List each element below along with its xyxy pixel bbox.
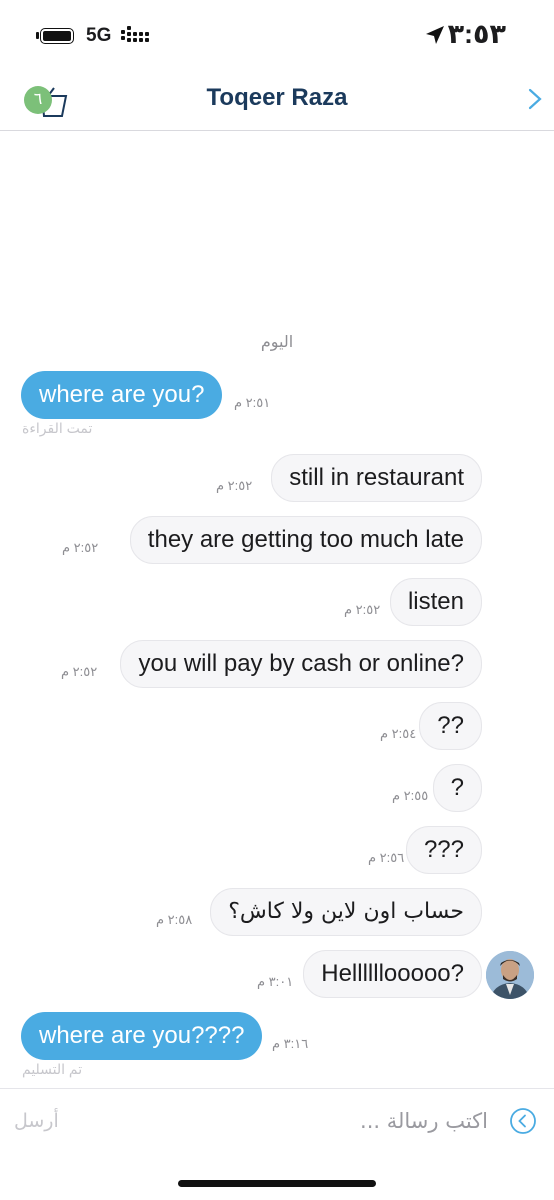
day-separator: اليوم bbox=[260, 334, 294, 351]
send-button[interactable]: أرسل bbox=[14, 1110, 59, 1133]
read-receipt: تمت القراءة bbox=[22, 420, 93, 436]
message-time: ٢:٥٤ م bbox=[380, 726, 417, 741]
chevron-right-icon[interactable] bbox=[526, 86, 544, 112]
status-time: ٣:٥٣ bbox=[447, 19, 506, 49]
message-bubble-incoming[interactable]: listen bbox=[389, 578, 482, 626]
chat-title: Toqeer Raza bbox=[206, 84, 348, 111]
avatar[interactable] bbox=[486, 951, 534, 999]
location-arrow-icon bbox=[426, 26, 444, 44]
battery-cap bbox=[36, 32, 39, 39]
signal-icon bbox=[121, 26, 151, 46]
message-time: ٣:٠١ م bbox=[257, 974, 294, 989]
chat-header: Toqeer Raza bbox=[0, 70, 554, 131]
message-bubble-incoming[interactable]: ?? bbox=[419, 702, 482, 750]
message-bubble-incoming[interactable]: حساب اون لاين ولا كاش؟ bbox=[210, 888, 482, 936]
message-time: ٢:٥٢ م bbox=[216, 478, 253, 493]
network-type: 5G bbox=[86, 25, 112, 46]
message-bubble-incoming[interactable]: ? bbox=[432, 764, 482, 812]
status-bar: 5G ٣:٥٣ bbox=[0, 0, 554, 70]
message-bubble-incoming[interactable]: Hellllllooooo? bbox=[303, 950, 482, 998]
message-bubble-outgoing[interactable]: where are you???? bbox=[21, 1012, 263, 1060]
delivery-receipt: تم التسليم bbox=[22, 1061, 83, 1077]
message-bubble-incoming[interactable]: still in restaurant bbox=[271, 454, 482, 502]
message-time: ٢:٥١ م bbox=[234, 395, 271, 410]
message-time: ٢:٥٢ م bbox=[62, 540, 99, 555]
message-input[interactable] bbox=[150, 1102, 490, 1140]
message-bubble-incoming[interactable]: ??? bbox=[405, 826, 482, 874]
home-indicator bbox=[178, 1180, 376, 1187]
message-time: ٢:٥٢ م bbox=[61, 664, 98, 679]
message-bubble-incoming[interactable]: they are getting too much late bbox=[129, 516, 482, 564]
message-bubble-outgoing[interactable]: where are you? bbox=[21, 371, 223, 419]
expand-options-icon[interactable] bbox=[509, 1107, 537, 1135]
message-bubble-incoming[interactable]: you will pay by cash or online? bbox=[120, 640, 482, 688]
cart-badge[interactable]: ٦ bbox=[24, 86, 52, 114]
message-time: ٢:٥٢ م bbox=[344, 602, 381, 617]
battery-icon bbox=[40, 28, 74, 44]
message-time: ٢:٥٥ م bbox=[392, 788, 429, 803]
message-time: ٢:٥٨ م bbox=[156, 912, 193, 927]
avatar-photo-icon bbox=[486, 951, 534, 999]
message-time: ٣:١٦ م bbox=[272, 1036, 309, 1051]
message-time: ٢:٥٦ م bbox=[368, 850, 405, 865]
